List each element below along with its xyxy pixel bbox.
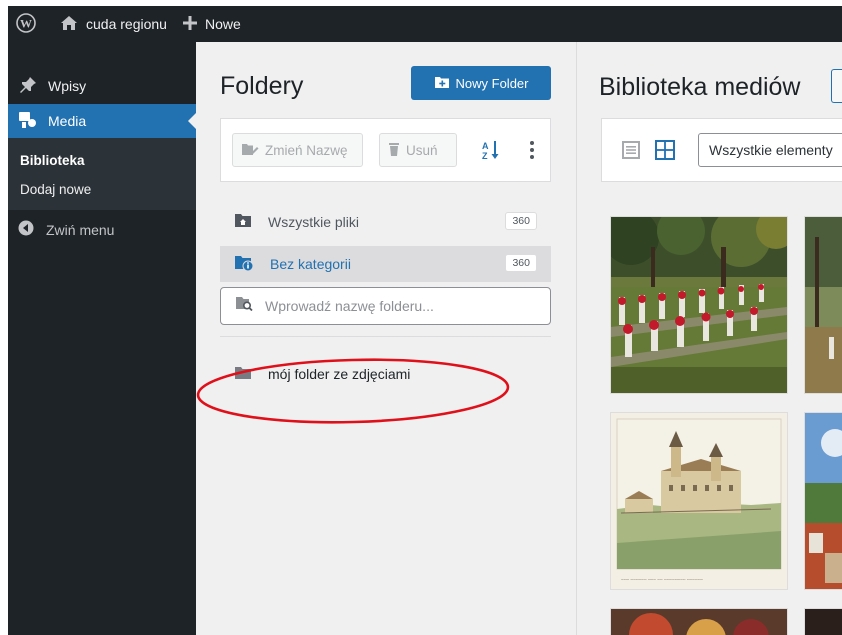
svg-text:~~~ ~~~~~~ ~~~ ~~ ~~~~~~~~ ~~~: ~~~ ~~~~~~ ~~~ ~~ ~~~~~~~~ ~~~~~~ [621, 578, 703, 583]
list-view-icon[interactable] [622, 141, 640, 164]
media-thumbnail[interactable]: ~~~ ~~~~~~ ~~~ ~~ ~~~~~~~~ ~~~~~~ [611, 413, 787, 589]
count-badge: 360 [505, 212, 537, 230]
new-content-link[interactable]: Nowe [175, 6, 249, 42]
svg-text:Z: Z [482, 151, 488, 161]
red-annotation-ellipse [188, 354, 518, 439]
folder-panel: Foldery Nowy Folder Zmień Nazwę Usuń A Z… [196, 42, 577, 635]
submenu-item-add-new[interactable]: Dodaj nowe [8, 175, 196, 204]
folder-uncategorized[interactable]: Bez kategorii 360 [220, 246, 551, 282]
menu-item-media-label: Media [48, 113, 87, 129]
folders-title: Foldery [220, 72, 304, 100]
folder-all-files[interactable]: Wszystkie pliki 360 [220, 204, 551, 240]
delete-folder-label: Usuń [406, 142, 438, 158]
pin-icon [18, 75, 48, 98]
plus-icon [182, 15, 205, 33]
folder-home-icon [220, 213, 268, 231]
count-badge: 360 [505, 254, 537, 272]
trees-photo [805, 217, 842, 393]
menu-item-posts-label: Wpisy [48, 78, 87, 94]
wordpress-logo-icon: W [16, 12, 44, 36]
dark-photo [805, 609, 842, 635]
new-folder-button[interactable]: Nowy Folder [411, 66, 551, 100]
cemetery-photo [611, 217, 787, 393]
folder-toolbar: Zmień Nazwę Usuń AZ [220, 118, 551, 182]
svg-text:A: A [482, 141, 489, 151]
media-toolbar: Wszystkie elementy [601, 118, 842, 182]
media-thumbnail[interactable] [611, 609, 787, 635]
new-folder-label: Nowy Folder [455, 75, 529, 91]
fruit-photo [611, 609, 787, 635]
folder-uncategorized-label: Bez kategorii [270, 256, 351, 272]
media-thumbnail[interactable] [805, 609, 842, 635]
folder-name-field[interactable] [220, 287, 551, 325]
folder-info-icon [220, 255, 270, 274]
media-icon [18, 111, 48, 132]
media-library-title: Biblioteka mediów [599, 73, 801, 101]
grid-view-icon[interactable] [655, 140, 675, 165]
admin-menu: Wpisy Media Biblioteka Dodaj nowe Zwiń m… [8, 42, 196, 635]
trash-icon [388, 142, 406, 159]
site-name-label: cuda regionu [86, 16, 167, 32]
rename-folder-label: Zmień Nazwę [265, 142, 348, 158]
svg-text:W: W [20, 16, 32, 30]
folder-divider [220, 336, 551, 337]
sort-az-icon[interactable]: AZ [481, 139, 501, 166]
admin-bar: W cuda regionu Nowe [8, 6, 842, 42]
collapse-arrow-icon [18, 220, 46, 239]
folder-all-files-label: Wszystkie pliki [268, 214, 360, 230]
collapse-menu-button[interactable]: Zwiń menu [8, 210, 196, 249]
collapse-menu-label: Zwiń menu [46, 221, 115, 238]
media-thumbnail[interactable] [805, 217, 842, 393]
folder-search-icon [221, 296, 263, 316]
media-thumbnail[interactable] [805, 413, 842, 589]
add-folder-icon [434, 75, 456, 92]
site-name-link[interactable]: cuda regionu [52, 6, 175, 42]
menu-item-media[interactable]: Media [8, 104, 196, 138]
rename-folder-button[interactable]: Zmień Nazwę [232, 133, 363, 167]
folder-name-input[interactable] [263, 297, 537, 315]
media-submenu: Biblioteka Dodaj nowe [8, 138, 196, 210]
menu-item-posts[interactable]: Wpisy [8, 68, 196, 104]
wordpress-menu[interactable]: W [8, 6, 52, 42]
delete-folder-button[interactable]: Usuń [379, 133, 457, 167]
castle-painting: ~~~ ~~~~~~ ~~~ ~~ ~~~~~~~~ ~~~~~~ [611, 413, 787, 589]
town-photo [805, 413, 842, 589]
screenshot-frame: W cuda regionu Nowe Wpisy Media Bibliote… [0, 0, 842, 635]
add-media-button[interactable] [831, 69, 842, 103]
new-content-label: Nowe [204, 16, 241, 32]
submenu-item-library[interactable]: Biblioteka [8, 146, 196, 175]
folder-edit-icon [241, 142, 265, 159]
media-type-filter[interactable]: Wszystkie elementy [698, 133, 842, 167]
media-library: Biblioteka mediów Wszystkie elementy ~~~… [577, 42, 842, 635]
more-options-icon[interactable] [529, 139, 535, 166]
home-icon [60, 15, 86, 34]
media-thumbnail[interactable] [611, 217, 787, 393]
